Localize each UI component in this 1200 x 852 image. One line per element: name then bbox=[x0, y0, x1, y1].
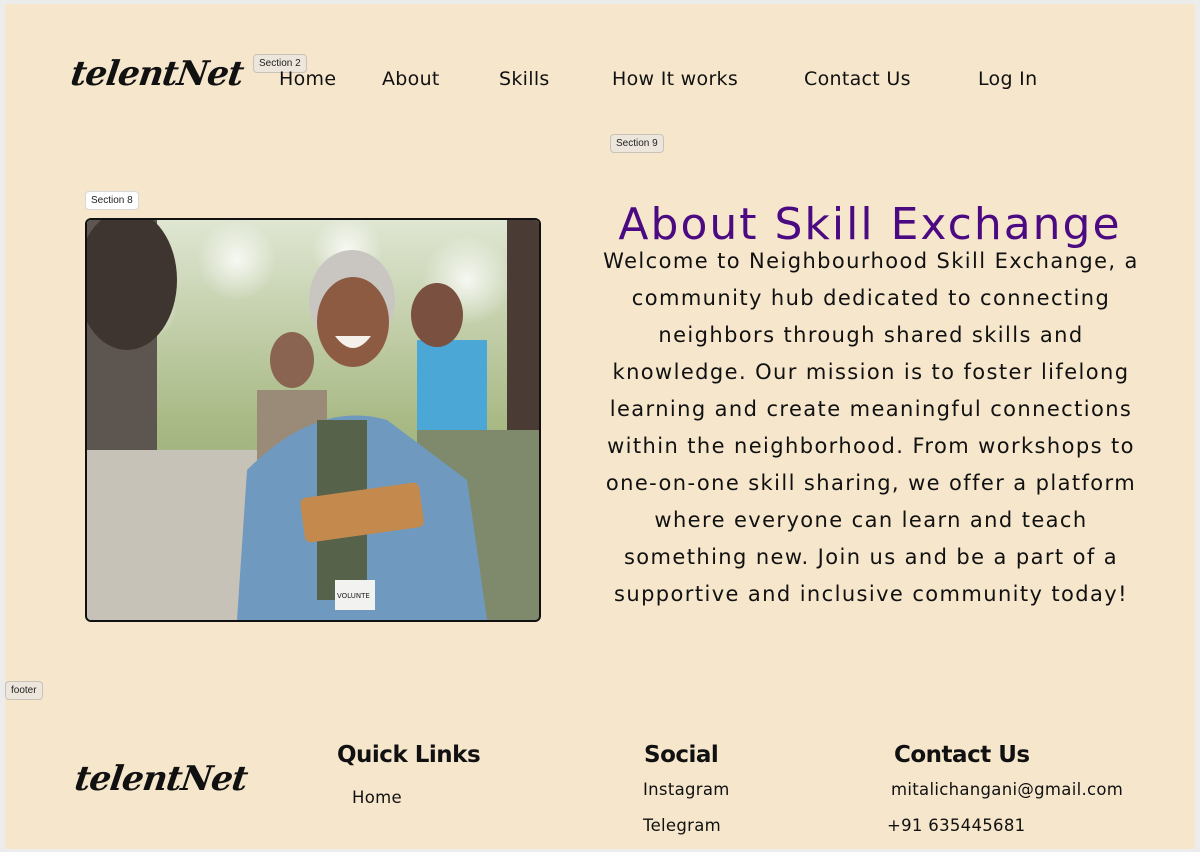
about-description: Welcome to Neighbourhood Skill Exchange,… bbox=[603, 249, 1139, 606]
page-canvas: telentNet Section 2 Home About Skills Ho… bbox=[5, 4, 1195, 849]
frame-label-image: Section 8 bbox=[85, 191, 139, 210]
footer-quick-links-heading: Quick Links bbox=[337, 742, 481, 768]
volunteers-photo: VOLUNTE bbox=[85, 218, 541, 622]
footer-contact-phone[interactable]: +91 635445681 bbox=[887, 816, 1025, 835]
frame-label-footer: footer bbox=[5, 681, 43, 700]
nav-about[interactable]: About bbox=[382, 68, 440, 90]
brand-logo[interactable]: telentNet bbox=[68, 54, 245, 94]
footer-link-telegram[interactable]: Telegram bbox=[643, 816, 721, 835]
nav-how-it-works[interactable]: How It works bbox=[612, 68, 738, 90]
frame-label-about: Section 9 bbox=[610, 134, 664, 153]
nav-skills[interactable]: Skills bbox=[499, 68, 550, 90]
footer-logo[interactable]: telentNet bbox=[72, 759, 249, 799]
footer-contact-heading: Contact Us bbox=[894, 742, 1030, 768]
footer-link-home[interactable]: Home bbox=[352, 788, 402, 807]
footer-social-heading: Social bbox=[644, 742, 719, 768]
volunteer-badge-text: VOLUNTE bbox=[337, 592, 370, 600]
nav-contact-us[interactable]: Contact Us bbox=[804, 68, 911, 90]
footer-contact-email[interactable]: mitalichangani@gmail.com bbox=[891, 780, 1123, 799]
nav-log-in[interactable]: Log In bbox=[978, 68, 1037, 90]
nav-home[interactable]: Home bbox=[279, 68, 336, 90]
footer-link-instagram[interactable]: Instagram bbox=[643, 780, 730, 799]
